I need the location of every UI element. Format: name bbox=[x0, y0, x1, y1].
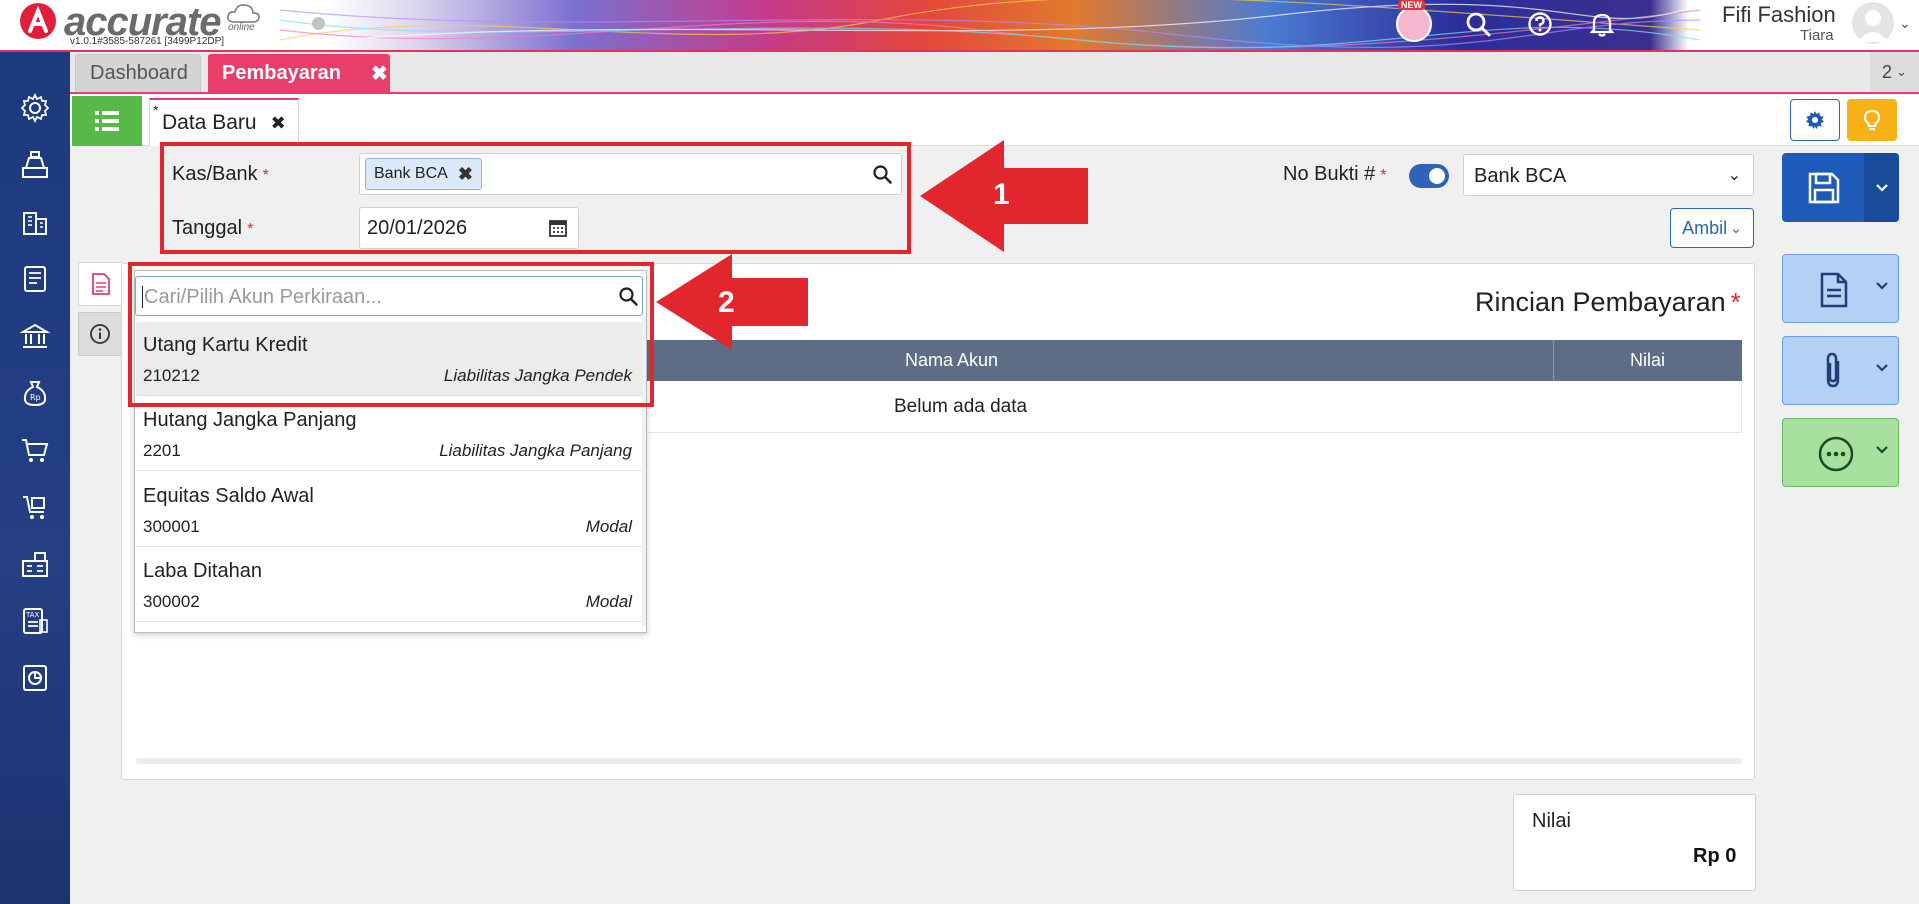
accurate-logo-icon[interactable] bbox=[20, 3, 56, 39]
info-icon bbox=[90, 324, 110, 344]
paperclip-icon bbox=[1826, 352, 1840, 388]
unsaved-marker: * bbox=[153, 102, 159, 118]
chevron-down-icon: ⌄ bbox=[1730, 219, 1742, 236]
money-bag-icon[interactable]: Rp bbox=[17, 375, 53, 411]
svg-text:Rp: Rp bbox=[30, 393, 41, 402]
tax-icon[interactable]: TAX bbox=[17, 603, 53, 639]
column-separator bbox=[1553, 340, 1554, 381]
document-icon bbox=[1820, 272, 1848, 308]
ambil-button-label: Ambil bbox=[1682, 217, 1728, 238]
cloud-icon bbox=[227, 4, 260, 23]
chevron-down-icon: ⌄ bbox=[1896, 64, 1907, 79]
svg-text:TAX: TAX bbox=[25, 611, 40, 619]
no-bukti-select[interactable]: Bank BCA ⌄ bbox=[1463, 154, 1754, 196]
chevron-down-icon bbox=[1876, 446, 1888, 454]
account-option-code: 2201 bbox=[143, 441, 181, 460]
toggle-knob bbox=[1429, 168, 1445, 184]
tab-count-value: 2 bbox=[1882, 61, 1893, 82]
account-option-name: Equitas Saldo Awal bbox=[143, 485, 314, 507]
new-badge: NEW bbox=[1398, 0, 1425, 10]
close-form-icon[interactable]: ✖ bbox=[271, 113, 286, 134]
purchase-cart-icon[interactable] bbox=[17, 489, 53, 525]
account-option-type: Modal bbox=[585, 592, 632, 611]
cashier-icon[interactable] bbox=[17, 147, 53, 183]
account-option[interactable]: Equitas Saldo Awal 300001 Modal bbox=[136, 473, 642, 547]
ambil-button[interactable]: Ambil ⌄ bbox=[1670, 208, 1754, 248]
bell-icon[interactable] bbox=[1586, 8, 1618, 40]
account-option-code: 300002 bbox=[143, 592, 200, 611]
no-bukti-auto-toggle[interactable] bbox=[1409, 164, 1449, 188]
account-option[interactable]: Laba Ditahan 300002 Modal bbox=[136, 548, 642, 622]
account-option-type: Modal bbox=[585, 517, 632, 536]
total-label: Nilai bbox=[1532, 810, 1571, 832]
logo-online-text: online bbox=[228, 22, 255, 33]
chevron-down-icon: ⌄ bbox=[1727, 167, 1741, 184]
shopping-cart-icon[interactable] bbox=[17, 432, 53, 468]
tab-dashboard-label: Dashboard bbox=[90, 62, 188, 84]
annotation-box-2 bbox=[128, 262, 654, 407]
save-button[interactable] bbox=[1782, 153, 1899, 222]
total-value: Rp 0 bbox=[1693, 845, 1737, 867]
chevron-down-icon[interactable]: ⌄ bbox=[1899, 15, 1911, 32]
tab-pembayaran[interactable]: Pembayaran ✖ bbox=[208, 54, 390, 92]
account-option-type: Liabilitas Jangka Panjang bbox=[439, 441, 632, 460]
close-tab-icon[interactable]: ✖ bbox=[371, 61, 388, 86]
annotation-number-2: 2 bbox=[718, 286, 735, 319]
settings-gear-icon[interactable] bbox=[17, 90, 53, 126]
user-avatar[interactable] bbox=[1852, 2, 1894, 44]
tips-button[interactable] bbox=[1847, 99, 1897, 141]
chevron-down-icon bbox=[1875, 183, 1888, 192]
account-option-code: 300001 bbox=[143, 517, 200, 536]
top-header bbox=[0, 0, 1919, 50]
no-bukti-select-value: Bank BCA bbox=[1474, 165, 1567, 187]
panel-title: Rincian Pembayaran * bbox=[1475, 287, 1741, 317]
form-toolbar bbox=[70, 94, 1919, 146]
tab-data-baru-label: Data Baru bbox=[162, 111, 257, 134]
bank-icon[interactable] bbox=[17, 318, 53, 354]
search-icon[interactable] bbox=[1462, 8, 1494, 40]
company-name[interactable]: Fifi Fashion bbox=[1722, 2, 1836, 28]
more-options-button[interactable] bbox=[1782, 418, 1899, 487]
annotation-box-1 bbox=[160, 142, 911, 254]
empty-state-text: Belum ada data bbox=[894, 396, 1028, 417]
no-bukti-label: No Bukti # * bbox=[1283, 163, 1387, 185]
chevron-down-icon bbox=[1876, 282, 1888, 290]
document-options-button[interactable] bbox=[1782, 254, 1899, 323]
report-chart-icon[interactable] bbox=[17, 660, 53, 696]
account-option[interactable]: Hutang Jangka Panjang 2201 Liabilitas Ja… bbox=[136, 397, 642, 471]
attachment-button[interactable] bbox=[1782, 336, 1899, 405]
help-icon[interactable] bbox=[1524, 8, 1556, 40]
tab-data-baru[interactable]: * Data Baru ✖ bbox=[149, 98, 299, 146]
lightbulb-icon bbox=[1863, 109, 1881, 130]
warehouse-icon[interactable] bbox=[17, 546, 53, 582]
horizontal-scrollbar[interactable] bbox=[136, 758, 1742, 764]
total-box bbox=[1513, 794, 1756, 891]
ledger-book-icon[interactable] bbox=[17, 261, 53, 297]
list-icon bbox=[95, 111, 119, 131]
list-view-button[interactable] bbox=[72, 96, 142, 146]
building-icon[interactable] bbox=[17, 204, 53, 240]
save-disk-icon bbox=[1808, 172, 1840, 204]
tab-dashboard[interactable]: Dashboard bbox=[75, 54, 201, 92]
left-sidebar: Rp TAX bbox=[0, 52, 70, 904]
account-option-name: Laba Ditahan bbox=[143, 560, 262, 582]
info-tab[interactable] bbox=[78, 312, 122, 356]
detail-tab[interactable] bbox=[78, 262, 122, 306]
annotation-number-1: 1 bbox=[993, 178, 1010, 211]
gear-icon bbox=[1806, 111, 1824, 129]
new-feature-avatar-icon[interactable] bbox=[1396, 6, 1432, 42]
tab-count-dropdown[interactable]: 2 ⌄ bbox=[1870, 52, 1919, 92]
chevron-down-icon bbox=[1876, 364, 1888, 372]
form-settings-button[interactable] bbox=[1790, 99, 1840, 141]
status-dot bbox=[312, 17, 325, 30]
save-options-dropdown[interactable] bbox=[1864, 153, 1899, 222]
document-lines-icon bbox=[91, 273, 110, 295]
more-dots-icon bbox=[1818, 436, 1854, 472]
account-option-name: Hutang Jangka Panjang bbox=[143, 409, 357, 431]
tab-pembayaran-label: Pembayaran bbox=[222, 61, 341, 84]
column-header-nama-akun: Nama Akun bbox=[905, 350, 999, 370]
column-header-nilai: Nilai bbox=[1630, 350, 1666, 370]
user-name[interactable]: Tiara bbox=[1800, 27, 1834, 44]
version-text: v1.0.1#3585-587261 [3499P12DP] bbox=[70, 36, 225, 47]
